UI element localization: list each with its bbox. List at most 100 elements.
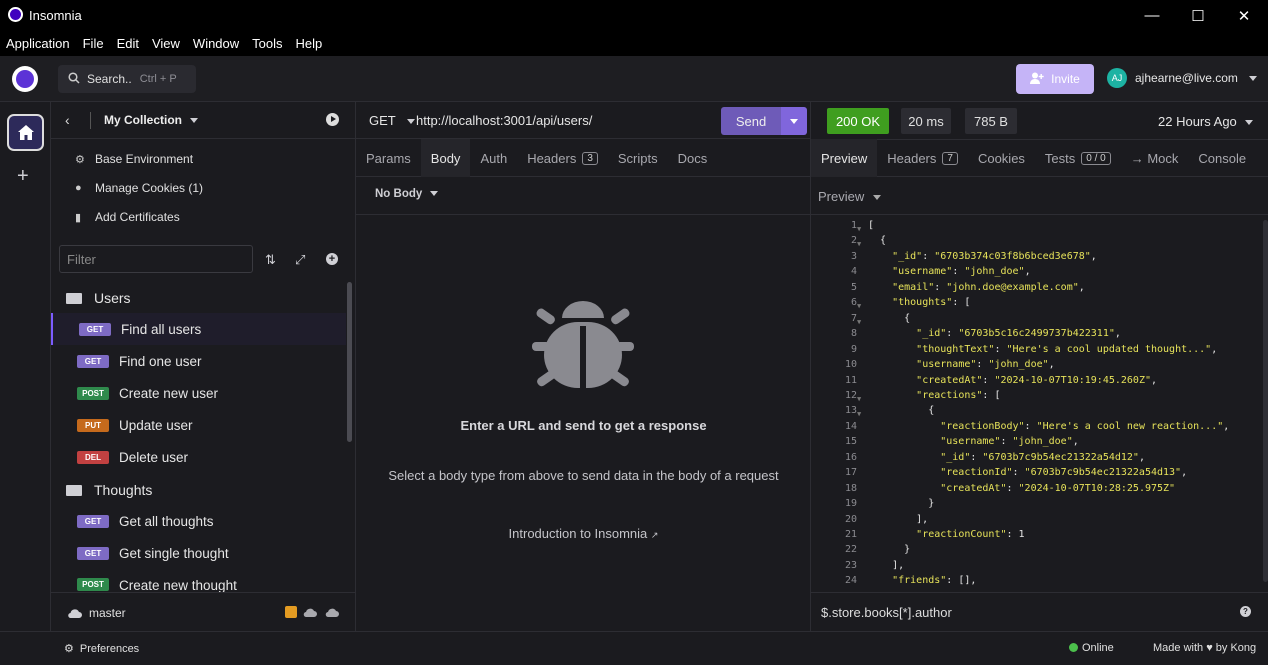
response-filter-input[interactable]: $.store.books[*].author bbox=[811, 592, 1268, 631]
line-number: 23 bbox=[844, 559, 857, 571]
search-button[interactable]: Search.. Ctrl + P bbox=[58, 65, 196, 93]
folder-users[interactable]: Users bbox=[66, 290, 131, 306]
brand-logo-icon[interactable] bbox=[12, 66, 38, 92]
menu-window[interactable]: Window bbox=[193, 36, 239, 51]
menu-view[interactable]: View bbox=[152, 36, 180, 51]
folder-thoughts[interactable]: Thoughts bbox=[66, 482, 152, 498]
tab-cookies[interactable]: Cookies bbox=[968, 139, 1035, 177]
intro-link[interactable]: Introduction to Insomnia ↗ bbox=[356, 526, 811, 541]
maximize-button[interactable]: ☐ bbox=[1175, 0, 1221, 31]
add-certificates-link[interactable]: ▮ Add Certificates bbox=[75, 210, 180, 224]
expand-icon[interactable]: ⤢ bbox=[295, 252, 305, 268]
tab-docs[interactable]: Docs bbox=[668, 139, 718, 177]
fold-arrow-icon[interactable]: ▼ bbox=[857, 237, 861, 252]
url-input[interactable]: http://localhost:3001/api/users/ bbox=[416, 113, 592, 128]
tab-preview[interactable]: Preview bbox=[811, 139, 878, 177]
request-item[interactable]: DEL Delete user bbox=[51, 441, 346, 473]
cloud-upload-icon[interactable] bbox=[325, 606, 339, 621]
account-email: ajhearne@live.com bbox=[1135, 71, 1238, 85]
close-button[interactable]: ✕ bbox=[1221, 0, 1267, 31]
request-pane: GET http://localhost:3001/api/users/ Sen… bbox=[356, 102, 811, 631]
add-request-icon[interactable]: + bbox=[326, 253, 338, 265]
filter-input[interactable]: Filter bbox=[59, 245, 253, 273]
invite-button[interactable]: Invite bbox=[1016, 64, 1094, 94]
home-button[interactable] bbox=[7, 114, 44, 151]
history-dropdown[interactable]: 22 Hours Ago bbox=[1158, 114, 1254, 129]
branch-label[interactable]: master bbox=[89, 606, 126, 620]
back-chevron-icon[interactable]: ‹ bbox=[65, 112, 70, 128]
request-item[interactable]: PUT Update user bbox=[51, 409, 346, 441]
request-item[interactable]: GET Get single thought bbox=[51, 537, 346, 569]
tab-body[interactable]: Body bbox=[420, 139, 471, 177]
tab-headers[interactable]: Headers 7 bbox=[877, 139, 968, 177]
tab-tests[interactable]: Tests 0 / 0 bbox=[1035, 139, 1121, 177]
send-button[interactable]: Send bbox=[721, 107, 781, 135]
manage-cookies-link[interactable]: ● Manage Cookies (1) bbox=[75, 181, 203, 195]
fold-arrow-icon[interactable]: ▼ bbox=[857, 222, 861, 237]
body-type-select[interactable]: No Body bbox=[375, 188, 439, 200]
fold-arrow-icon[interactable]: ▼ bbox=[857, 315, 861, 330]
preview-mode-select[interactable]: Preview bbox=[818, 189, 881, 204]
package-icon[interactable] bbox=[285, 606, 297, 618]
request-item[interactable]: POST Create new user bbox=[51, 377, 346, 409]
preferences-label: Preferences bbox=[79, 642, 140, 655]
tab-params[interactable]: Params bbox=[356, 139, 421, 177]
request-item[interactable]: POST Create new thought bbox=[51, 569, 346, 592]
preview-mode-label: Preview bbox=[818, 189, 865, 204]
method-select[interactable]: GET bbox=[369, 113, 416, 128]
code-line: "createdAt": "2024-10-07T10:28:25.975Z" bbox=[940, 482, 1176, 494]
environment-icon: ⚙ bbox=[75, 153, 85, 166]
fold-arrow-icon[interactable]: ▼ bbox=[857, 299, 861, 314]
run-collection-icon[interactable] bbox=[326, 113, 339, 126]
tab-auth[interactable]: Auth bbox=[470, 139, 517, 177]
tab-label: Docs bbox=[677, 150, 708, 166]
headers-count-badge: 7 bbox=[942, 151, 958, 165]
tab-headers[interactable]: Headers 3 bbox=[517, 139, 608, 177]
tab-console[interactable]: Console bbox=[1188, 139, 1256, 177]
preferences-button[interactable]: ⚙ Preferences bbox=[64, 642, 140, 656]
chevron-down-icon bbox=[872, 195, 881, 201]
add-user-icon bbox=[1030, 72, 1044, 87]
tab-mock[interactable]: → Mock bbox=[1121, 139, 1189, 177]
line-number: 1 bbox=[850, 220, 857, 231]
collection-sidebar: ‹ My Collection ⚙ Base Environment ● Manag… bbox=[51, 102, 356, 631]
request-item[interactable]: GET Find one user bbox=[51, 345, 346, 377]
tab-label: Auth bbox=[480, 150, 508, 166]
code-line: "username": "john_doe", bbox=[892, 266, 1031, 278]
insomnia-logo-icon bbox=[8, 7, 23, 22]
chevron-down-icon bbox=[790, 118, 798, 124]
sort-icon[interactable]: ⇅ bbox=[265, 252, 276, 268]
fold-arrow-icon[interactable]: ▼ bbox=[857, 407, 861, 422]
cloud-download-icon[interactable] bbox=[303, 606, 317, 621]
sidebar-footer: master bbox=[51, 592, 356, 631]
folder-icon bbox=[66, 484, 82, 496]
send-options-button[interactable] bbox=[781, 107, 807, 135]
gear-icon: ⚙ bbox=[64, 643, 74, 655]
account-menu[interactable]: ajhearne@live.com bbox=[1135, 71, 1258, 85]
response-scrollbar[interactable] bbox=[1263, 220, 1268, 582]
avatar[interactable]: AJ bbox=[1107, 68, 1127, 88]
collection-title[interactable]: My Collection bbox=[104, 113, 199, 127]
line-number: 20 bbox=[844, 513, 857, 525]
code-line: { bbox=[868, 312, 911, 324]
request-name: Get all thoughts bbox=[119, 513, 214, 529]
menu-application[interactable]: Application bbox=[6, 36, 70, 51]
minimize-button[interactable]: — bbox=[1129, 0, 1175, 31]
menu-edit[interactable]: Edit bbox=[117, 36, 139, 51]
request-item[interactable]: GET Get all thoughts bbox=[51, 505, 346, 537]
tab-label: Params bbox=[366, 150, 411, 166]
base-environment-link[interactable]: ⚙ Base Environment bbox=[75, 152, 193, 166]
fold-arrow-icon[interactable]: ▼ bbox=[857, 392, 861, 407]
menu-help[interactable]: Help bbox=[296, 36, 323, 51]
tab-scripts[interactable]: Scripts bbox=[608, 139, 668, 177]
menu-file[interactable]: File bbox=[83, 36, 104, 51]
add-workspace-icon[interactable]: + bbox=[17, 165, 29, 188]
tab-label: Cookies bbox=[977, 150, 1025, 166]
help-icon[interactable]: ? bbox=[1240, 606, 1251, 617]
tests-count-badge: 0 / 0 bbox=[1081, 151, 1111, 165]
sidebar-scrollbar[interactable] bbox=[347, 282, 352, 442]
request-item[interactable]: GET Find all users bbox=[51, 313, 346, 345]
response-body-viewer[interactable]: 1 ▼[2 ▼ {3 "_id": "6703b374c03f8b6bced3e67… bbox=[811, 214, 1268, 592]
menu-tools[interactable]: Tools bbox=[252, 36, 282, 51]
manage-cookies-label: Manage Cookies (1) bbox=[95, 181, 204, 195]
